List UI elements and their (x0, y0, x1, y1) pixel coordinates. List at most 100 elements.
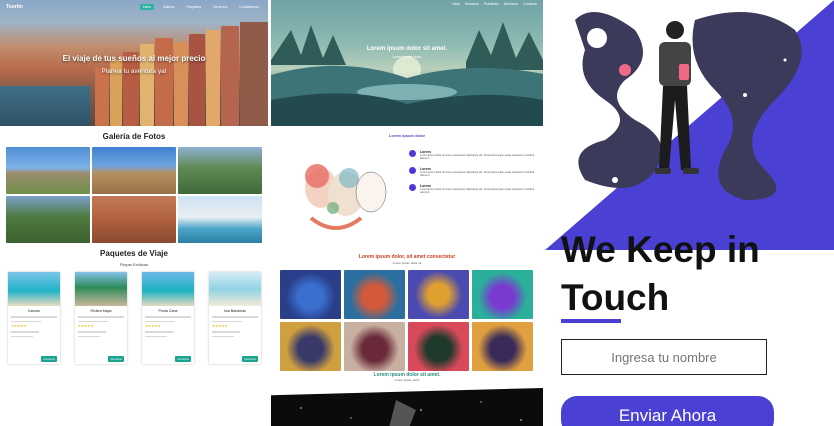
rating-stars: ★★★★★ (11, 324, 27, 328)
art-section-subtitle: Lorem ipsum dolor sit (392, 261, 422, 265)
site-logo[interactable]: Tourtin (6, 4, 23, 10)
card-text-line (78, 316, 124, 318)
buy-button[interactable]: Comprar (242, 356, 258, 362)
nav-item-inicio[interactable]: Inicio (139, 4, 154, 10)
artwork-tile[interactable] (280, 322, 341, 371)
artwork-tile[interactable] (408, 270, 469, 319)
package-card[interactable]: Cancún ★★★★★ Comprar (8, 272, 60, 364)
gallery-photo-machu-picchu[interactable] (178, 147, 262, 194)
card-text-line (145, 316, 191, 318)
gallery-photo-taj-mahal[interactable] (178, 196, 262, 243)
card-text-line (11, 331, 39, 333)
bullet-icon (409, 183, 416, 191)
buy-button[interactable]: Comprar (108, 356, 124, 362)
artwork-tile[interactable] (344, 322, 405, 371)
nav-item-servicios[interactable]: Servicios (504, 2, 518, 6)
top-nav: Inicio Nosotros Portafolio Servicios Con… (452, 2, 537, 6)
nav-menu: Inicio Galería Paquetes Servicios Contác… (139, 4, 262, 10)
hero-title: El viaje de tus sueños al mejor precio (62, 54, 206, 63)
package-card[interactable]: Riviera Maya ★★★★★ Comprar (75, 272, 127, 364)
town-house (206, 30, 220, 126)
buy-button[interactable]: Comprar (175, 356, 191, 362)
artwork-grid (280, 270, 533, 371)
moon-icon (587, 28, 607, 48)
hero-subtitle: Lorem ipsum dolor (392, 55, 422, 59)
hero-title: Lorem ipsum dolor sit amet. (366, 46, 448, 52)
package-card[interactable]: Isla Bahamas ★★★★★ Comprar (209, 272, 261, 364)
town-house (95, 68, 109, 126)
card-text-line (212, 335, 234, 337)
sea-area (0, 86, 90, 126)
town-house (221, 26, 239, 126)
card-text-line (11, 320, 41, 322)
nav-item-galeria[interactable]: Galería (160, 4, 177, 10)
card-text-line (11, 316, 57, 318)
contact-panel: We Keep in Touch Enviar Ahora (545, 0, 834, 426)
submit-button[interactable]: Enviar Ahora (561, 396, 774, 426)
card-image (75, 272, 127, 306)
gallery-title: Galería de Fotos (102, 132, 166, 141)
rating-stars: ★★★★★ (212, 324, 228, 328)
rating-stars: ★★★★★ (78, 324, 94, 328)
card-title: Cancún (27, 309, 41, 313)
travel-site-panel: Tourtin Inicio Galería Paquetes Servicio… (0, 0, 268, 426)
gallery-photo-pyramid[interactable] (6, 147, 90, 194)
nav-item-nosotros[interactable]: Nosotros (465, 2, 479, 6)
nav-item-paquetes[interactable]: Paquetes (183, 4, 204, 10)
hero-landscape: Inicio Nosotros Portafolio Servicios Con… (271, 0, 543, 126)
card-image (209, 272, 261, 306)
town-house (123, 52, 139, 126)
feature-list: Lorem Lorem ipsum dolor sit amet consect… (409, 150, 537, 200)
buy-button[interactable]: Comprar (41, 356, 57, 362)
artwork-tile[interactable] (472, 270, 533, 319)
card-text-line (78, 320, 108, 322)
phone-icon (679, 64, 689, 80)
card-image (142, 272, 194, 306)
nav-item-contacto[interactable]: Contáctanos (236, 4, 262, 10)
feature-desc: Lorem ipsum dolor sit amet consectetur a… (420, 154, 535, 161)
artwork-tile[interactable] (472, 322, 533, 371)
feature-desc: Lorem ipsum dolor sit amet consectetur a… (420, 187, 535, 195)
nav-item-portafolio[interactable]: Portafolio (484, 2, 499, 6)
nav-item-servicios[interactable]: Servicios (210, 4, 230, 10)
card-text-line (212, 331, 240, 333)
feature-item: Lorem Lorem ipsum dolor sit amet consect… (409, 150, 537, 161)
person-head (666, 21, 684, 39)
card-text-line (145, 335, 167, 337)
bullet-icon (409, 150, 416, 157)
feature-desc: Lorem ipsum dolor sit amet consectetur a… (420, 170, 535, 178)
artwork-tile[interactable] (408, 322, 469, 371)
artwork-tile[interactable] (344, 270, 405, 319)
nav-item-inicio[interactable]: Inicio (452, 2, 460, 6)
card-text-line (212, 316, 258, 318)
nav-item-contacto[interactable]: Contacto (523, 2, 537, 6)
package-card[interactable]: Punta Cana ★★★★★ Comprar (142, 272, 194, 364)
bottom-subtitle: Lorem ipsum dolor (394, 378, 420, 382)
forest-silhouette (271, 22, 543, 126)
town-house (155, 38, 173, 126)
card-title: Riviera Maya (90, 309, 112, 313)
card-text-line (212, 320, 242, 322)
artwork-tile[interactable] (280, 270, 341, 319)
hero-image: Tourtin Inicio Galería Paquetes Servicio… (0, 0, 268, 126)
gallery-photo-great-wall[interactable] (6, 196, 90, 243)
section-title: Lorem ipsum dolor (388, 133, 426, 138)
starfield (300, 400, 522, 426)
bullet-icon (409, 166, 416, 174)
heading-line-1: We Keep in (561, 229, 760, 270)
dark-footer-section (271, 388, 543, 426)
gallery-photo-colosseum[interactable] (92, 147, 176, 194)
name-input[interactable] (561, 339, 767, 375)
astronaut-illustration (545, 0, 834, 250)
card-image (8, 272, 60, 306)
hero-subtitle: Planea tu aventura ya! (101, 68, 167, 75)
photo-gallery (6, 147, 268, 243)
feature-item: Lorem Lorem ipsum dolor sit amet consect… (409, 166, 537, 178)
town-house (189, 34, 205, 126)
card-text-line (145, 331, 173, 333)
packages-title: Paquetes de Viaje (100, 249, 168, 258)
planet-icon (619, 64, 631, 76)
portfolio-site-panel: Inicio Nosotros Portafolio Servicios Con… (271, 0, 543, 426)
art-section-title: Lorem ipsum dolor, sit amet consectetur (358, 254, 456, 260)
gallery-photo-petra[interactable] (92, 196, 176, 243)
